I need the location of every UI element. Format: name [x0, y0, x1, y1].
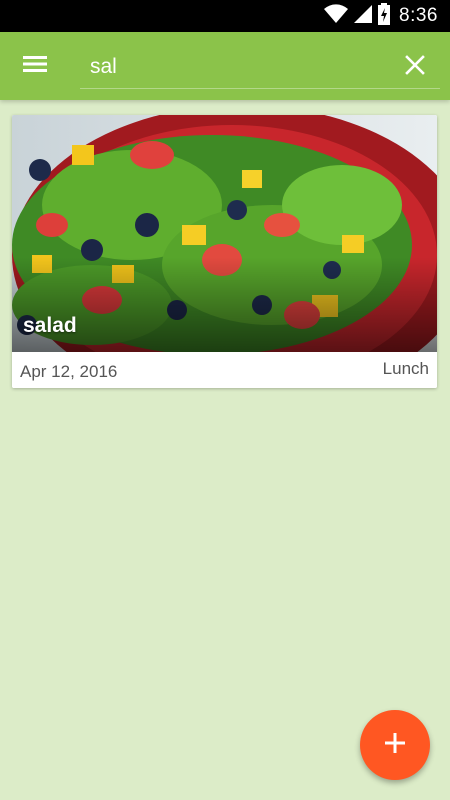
clear-search-button[interactable] — [402, 54, 428, 80]
search-field — [80, 46, 440, 89]
plus-icon — [384, 732, 406, 759]
wifi-icon — [323, 3, 349, 29]
card-meal-type: Lunch — [382, 359, 429, 378]
search-input[interactable] — [90, 52, 390, 82]
card-date: Apr 12, 2016 — [20, 362, 118, 381]
card-title: salad — [23, 314, 77, 337]
card-footer: Apr 12, 2016 Lunch — [12, 352, 437, 388]
meal-card[interactable]: salad Apr 12, 2016 Lunch — [12, 115, 437, 388]
hamburger-menu-icon — [22, 54, 48, 79]
cell-signal-icon — [353, 4, 373, 29]
app-bar — [0, 32, 450, 100]
battery-charging-icon — [377, 2, 391, 30]
status-bar: 8:36 — [0, 0, 450, 32]
status-time: 8:36 — [399, 5, 438, 26]
add-meal-button[interactable] — [360, 710, 430, 780]
status-icons: 8:36 — [323, 2, 438, 30]
salad-photo: salad — [12, 115, 437, 352]
close-icon — [405, 54, 425, 80]
menu-button[interactable] — [18, 51, 52, 81]
